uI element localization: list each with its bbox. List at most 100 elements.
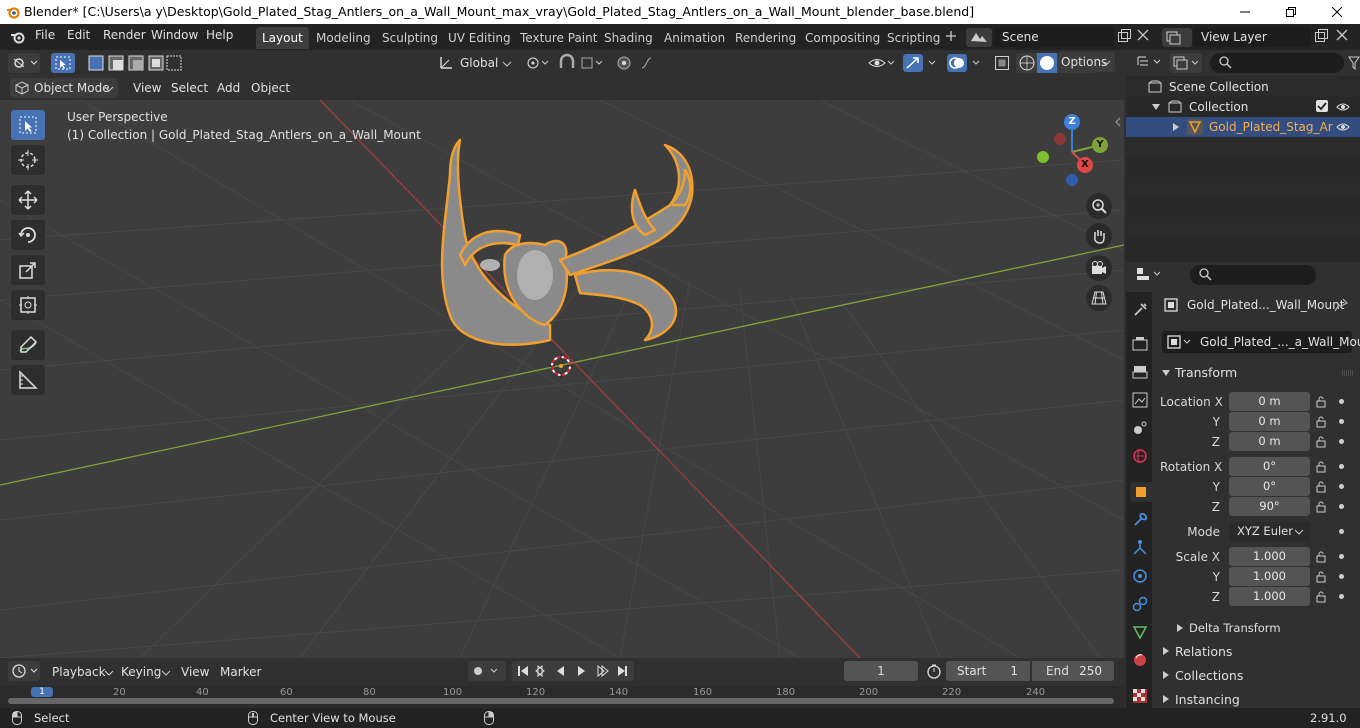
rotate-tool-icon[interactable] — [11, 220, 45, 250]
antlers-object[interactable] — [430, 135, 710, 365]
lock-icon[interactable] — [1316, 551, 1328, 563]
expand-chevron-icon[interactable] — [1176, 624, 1184, 632]
lock-icon[interactable] — [1316, 436, 1328, 448]
outliner-editor-type-icon[interactable] — [1136, 54, 1166, 70]
measure-tool-icon[interactable] — [11, 365, 45, 395]
maximize-icon[interactable] — [1268, 0, 1314, 24]
view-layer-field[interactable]: View Layer — [1193, 27, 1311, 47]
object-data-field[interactable]: Gold_Plated_..._a_Wall_Mount — [1162, 331, 1360, 353]
relations-panel-header[interactable]: Relations — [1158, 641, 1354, 663]
select-box-mode-icon[interactable] — [51, 53, 75, 73]
scale-y-field[interactable]: 1.000 — [1229, 567, 1310, 586]
expand-chevron-icon[interactable] — [1162, 647, 1170, 655]
move-tool-icon[interactable] — [11, 185, 45, 215]
viewport-menu-add[interactable]: Add — [217, 81, 240, 95]
keyframe-dot[interactable] — [1339, 504, 1344, 509]
playback-controls[interactable] — [512, 661, 634, 681]
outliner-search-input[interactable] — [1210, 53, 1344, 73]
menu-help[interactable]: Help — [206, 28, 233, 42]
expand-chevron-icon[interactable] — [1172, 123, 1180, 131]
keyframe-dot[interactable] — [1339, 439, 1344, 444]
viewport-menu-view[interactable]: View — [133, 81, 161, 95]
keyframe-dot[interactable] — [1339, 594, 1344, 599]
viewport-3d[interactable]: User Perspective (1) Collection | Gold_P… — [0, 100, 1124, 658]
current-frame-field[interactable]: 1 — [844, 661, 918, 681]
overlays-toggle[interactable] — [946, 53, 986, 73]
viewport-menu-select[interactable]: Select — [171, 81, 208, 95]
drag-handle-icon[interactable] — [1342, 370, 1354, 376]
collapse-chevron-icon[interactable] — [1152, 103, 1160, 111]
texture-tab-icon[interactable] — [1130, 686, 1150, 706]
tool-tab-icon[interactable] — [1130, 300, 1150, 320]
world-tab-icon[interactable] — [1130, 446, 1150, 466]
scene-tab-icon[interactable] — [1130, 418, 1150, 438]
timeline-menu-keying[interactable]: Keying — [121, 665, 161, 679]
rotation-x-field[interactable]: 0° — [1229, 457, 1310, 476]
proportional-editing-icon[interactable] — [614, 53, 670, 73]
timeline-menu-playback[interactable]: Playback — [52, 665, 106, 679]
transform-orientation-dropdown[interactable]: Global — [456, 53, 516, 73]
playhead[interactable]: 1 — [31, 687, 53, 697]
physics-tab-icon[interactable] — [1130, 566, 1150, 586]
keyframe-dot[interactable] — [1339, 399, 1344, 404]
location-x-field[interactable]: 0 m — [1229, 392, 1310, 411]
modifier-tab-icon[interactable] — [1130, 510, 1150, 530]
keyframe-dot[interactable] — [1339, 484, 1344, 489]
outliner-row-scene-collection[interactable]: Scene Collection — [1126, 77, 1360, 97]
tab-animation[interactable]: Animation — [658, 27, 731, 49]
transform-collapse-icon[interactable] — [1162, 369, 1170, 377]
new-scene-icon[interactable] — [1117, 29, 1131, 43]
gizmo-z-axis[interactable]: Z — [1064, 114, 1080, 130]
timeline-scrollbar[interactable] — [8, 698, 1114, 704]
expand-chevron-icon[interactable] — [1162, 695, 1170, 703]
timeline-editor-type-icon[interactable] — [8, 661, 40, 681]
annotate-tool-icon[interactable] — [11, 330, 45, 360]
tab-layout[interactable]: Layout — [256, 27, 309, 49]
lock-icon[interactable] — [1316, 481, 1328, 493]
cursor-tool-icon[interactable] — [11, 145, 45, 175]
keyframe-dot[interactable] — [1339, 529, 1344, 534]
add-workspace-icon[interactable] — [945, 30, 957, 42]
pan-hand-icon[interactable] — [1086, 223, 1112, 249]
end-frame-field[interactable]: End 250 — [1032, 661, 1114, 681]
lock-icon[interactable] — [1316, 571, 1328, 583]
options-dropdown[interactable]: Options — [1057, 52, 1115, 72]
rotation-mode-dropdown[interactable]: XYZ Euler — [1229, 522, 1310, 541]
lock-icon[interactable] — [1316, 461, 1328, 473]
editor-type-button[interactable] — [8, 53, 40, 73]
keyframe-dot[interactable] — [1339, 574, 1344, 579]
menu-edit[interactable]: Edit — [67, 28, 90, 42]
rotation-z-field[interactable]: 90° — [1229, 497, 1310, 516]
close-icon[interactable] — [1314, 0, 1360, 24]
data-tab-icon[interactable] — [1130, 622, 1150, 642]
filter-icon[interactable] — [1348, 56, 1360, 70]
scale-x-field[interactable]: 1.000 — [1229, 547, 1310, 566]
tab-uv-editing[interactable]: UV Editing — [442, 27, 517, 49]
scene-name-field[interactable]: Scene — [994, 27, 1114, 47]
properties-editor-type-icon[interactable] — [1136, 266, 1166, 282]
select-box-tool-icon[interactable] — [11, 110, 45, 140]
instancing-panel-header[interactable]: Instancing — [1158, 689, 1354, 708]
auto-keying-toggle[interactable] — [468, 661, 506, 681]
lock-icon[interactable] — [1316, 396, 1328, 408]
keyframe-dot[interactable] — [1339, 554, 1344, 559]
properties-search-input[interactable] — [1190, 265, 1316, 285]
zoom-icon[interactable] — [1086, 193, 1112, 219]
pin-icon[interactable] — [1334, 298, 1348, 312]
tab-rendering[interactable]: Rendering — [729, 27, 802, 49]
scale-z-field[interactable]: 1.000 — [1229, 587, 1310, 606]
lock-icon[interactable] — [1316, 501, 1328, 513]
remove-view-layer-icon[interactable] — [1336, 29, 1348, 41]
viewport-menu-object[interactable]: Object — [251, 81, 290, 95]
stopwatch-icon[interactable] — [926, 663, 942, 679]
collection-visibility-eye-icon[interactable] — [1336, 100, 1350, 114]
tab-modeling[interactable]: Modeling — [310, 27, 377, 49]
perspective-toggle-icon[interactable] — [1086, 285, 1112, 311]
menu-window[interactable]: Window — [151, 28, 198, 42]
object-mode-dropdown[interactable]: Object Mode — [10, 78, 118, 98]
timeline-menu-view[interactable]: View — [181, 665, 209, 679]
remove-scene-icon[interactable] — [1137, 29, 1149, 41]
blender-menu-icon[interactable] — [10, 29, 26, 45]
object-tab-icon[interactable] — [1130, 482, 1152, 502]
outliner-row-object[interactable]: Gold_Plated_Stag_Ar — [1126, 117, 1360, 137]
